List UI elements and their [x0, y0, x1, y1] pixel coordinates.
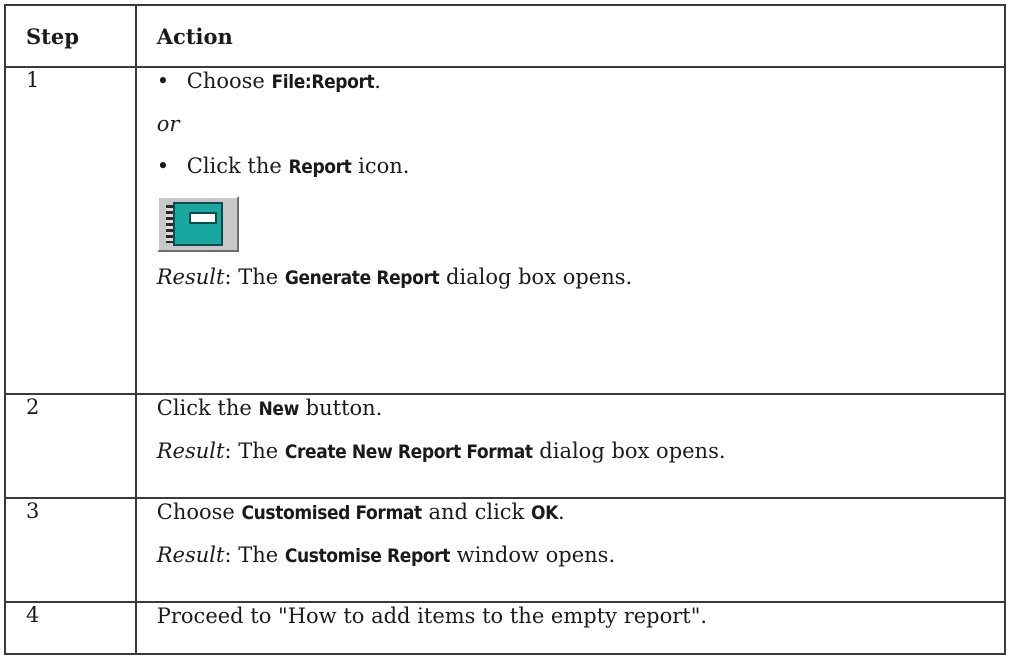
- report-icon: [156, 196, 239, 252]
- action-column-header: Action: [134, 4, 1007, 68]
- bullet-line: • Choose File:Report.: [156, 69, 381, 93]
- ui-term: Customise Report: [284, 545, 451, 567]
- table-row: 2 Click the New button. Result: The Crea…: [4, 393, 1007, 499]
- action-cell: Click the New button. Result: The Create…: [134, 393, 1007, 499]
- action-cell: Choose Customised Format and click OK. R…: [134, 497, 1007, 603]
- notebook-label: [188, 212, 217, 224]
- table-header-row: Step Action: [4, 4, 1007, 68]
- result-line: Result: The Create New Report Format dia…: [156, 439, 726, 463]
- bullet-icon: •: [156, 69, 170, 93]
- ui-term: Report: [288, 156, 352, 178]
- step-column-header: Step: [4, 4, 137, 68]
- ui-term: Generate Report: [284, 267, 440, 289]
- table-row: 3 Choose Customised Format and click OK.…: [4, 497, 1007, 603]
- step-number: 3: [4, 497, 137, 603]
- instruction-line: Click the New button.: [156, 396, 383, 420]
- ui-term: File:Report: [271, 71, 375, 93]
- instruction-line: Proceed to "How to add items to the empt…: [156, 604, 708, 628]
- table-row: 4 Proceed to "How to add items to the em…: [4, 601, 1007, 655]
- ui-term: Customised Format: [241, 502, 423, 524]
- action-cell: Proceed to "How to add items to the empt…: [134, 601, 1007, 655]
- ui-term: OK: [530, 502, 558, 524]
- ui-term: Create New Report Format: [284, 441, 533, 463]
- procedure-table: Step Action 1 • Choose File:Report. or • C…: [4, 4, 1007, 655]
- instruction-line: Choose Customised Format and click OK.: [156, 500, 565, 524]
- bullet-icon: •: [156, 154, 170, 178]
- manual-page: Step Action 1 • Choose File:Report. or • C…: [0, 0, 1014, 669]
- icon-container: [156, 196, 984, 252]
- ui-term: New: [258, 398, 299, 420]
- step-number: 1: [4, 66, 137, 395]
- step-number: 2: [4, 393, 137, 499]
- notebook-cover: [172, 202, 223, 246]
- action-cell: • Choose File:Report. or • Click the Repor…: [134, 66, 1007, 395]
- result-line: Result: The Generate Report dialog box o…: [156, 265, 633, 289]
- bullet-line: • Click the Report icon.: [156, 154, 410, 178]
- step-number: 4: [4, 601, 137, 655]
- table-row: 1 • Choose File:Report. or • Click the Rep…: [4, 66, 1007, 395]
- result-line: Result: The Customise Report window open…: [156, 543, 616, 567]
- or-text: or: [156, 112, 180, 136]
